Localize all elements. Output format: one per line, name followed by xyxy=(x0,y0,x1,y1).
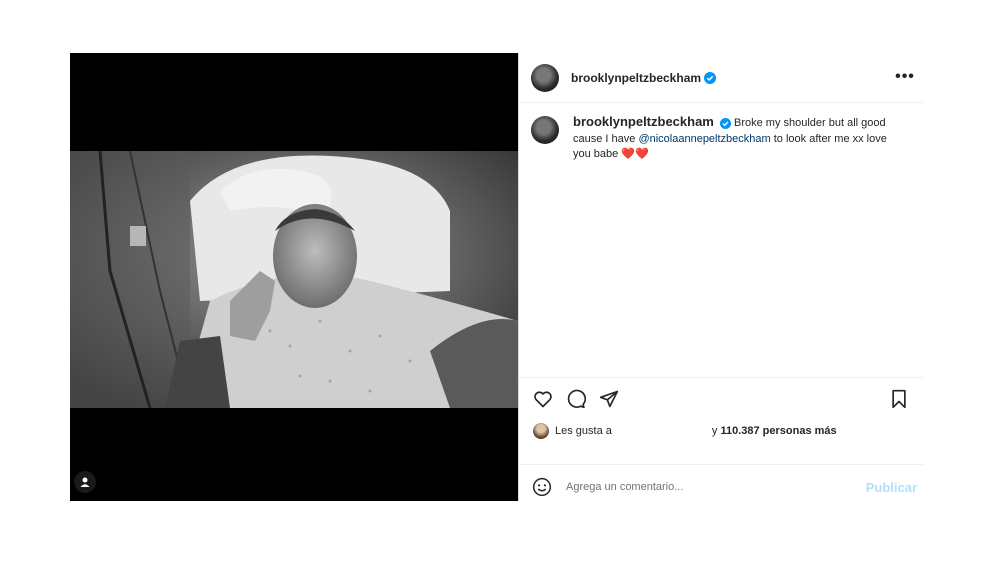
verified-badge-icon xyxy=(704,71,717,84)
publish-button[interactable]: Publicar xyxy=(866,480,917,495)
caption-mention[interactable]: @nicolaannepeltzbeckham xyxy=(638,133,770,145)
caption-avatar[interactable] xyxy=(531,116,559,144)
comment-divider xyxy=(519,464,923,465)
post-container: brooklynpeltzbeckham ••• brooklynpeltzbe… xyxy=(70,53,923,501)
caption-body: brooklynpeltzbeckham Broke my shoulder b… xyxy=(573,114,893,163)
post-media[interactable] xyxy=(70,53,518,501)
action-bar xyxy=(531,387,911,411)
post-sidebar: brooklynpeltzbeckham ••• brooklynpeltzbe… xyxy=(519,53,923,501)
likes-count[interactable]: 110.387 personas más xyxy=(720,425,836,437)
caption-username[interactable]: brooklynpeltzbeckham xyxy=(573,114,714,129)
likes-prefix: Les gusta a xyxy=(555,425,612,437)
share-icon[interactable] xyxy=(597,387,621,411)
comment-icon[interactable] xyxy=(564,387,588,411)
post-photo xyxy=(70,151,518,408)
post-caption: brooklynpeltzbeckham Broke my shoulder b… xyxy=(519,103,923,163)
liker-avatar[interactable] xyxy=(533,423,549,439)
comment-input[interactable] xyxy=(566,481,846,493)
avatar[interactable] xyxy=(531,63,559,92)
user-tag-icon[interactable] xyxy=(74,471,96,493)
emoji-icon[interactable] xyxy=(531,476,553,498)
likes-suffix: y xyxy=(711,425,721,437)
heart-emoji: ❤️❤️ xyxy=(621,148,649,160)
likes-summary: Les gusta a y 110.387 personas más xyxy=(533,421,837,441)
post-header: brooklynpeltzbeckham ••• xyxy=(519,53,923,103)
comment-bar: Publicar xyxy=(531,475,919,499)
header-username[interactable]: brooklynpeltzbeckham xyxy=(571,71,701,85)
bookmark-icon[interactable] xyxy=(887,387,911,411)
actions-divider xyxy=(519,377,923,378)
heart-icon[interactable] xyxy=(531,387,555,411)
more-horizontal-icon[interactable]: ••• xyxy=(893,65,917,89)
verified-badge-icon xyxy=(719,117,731,129)
